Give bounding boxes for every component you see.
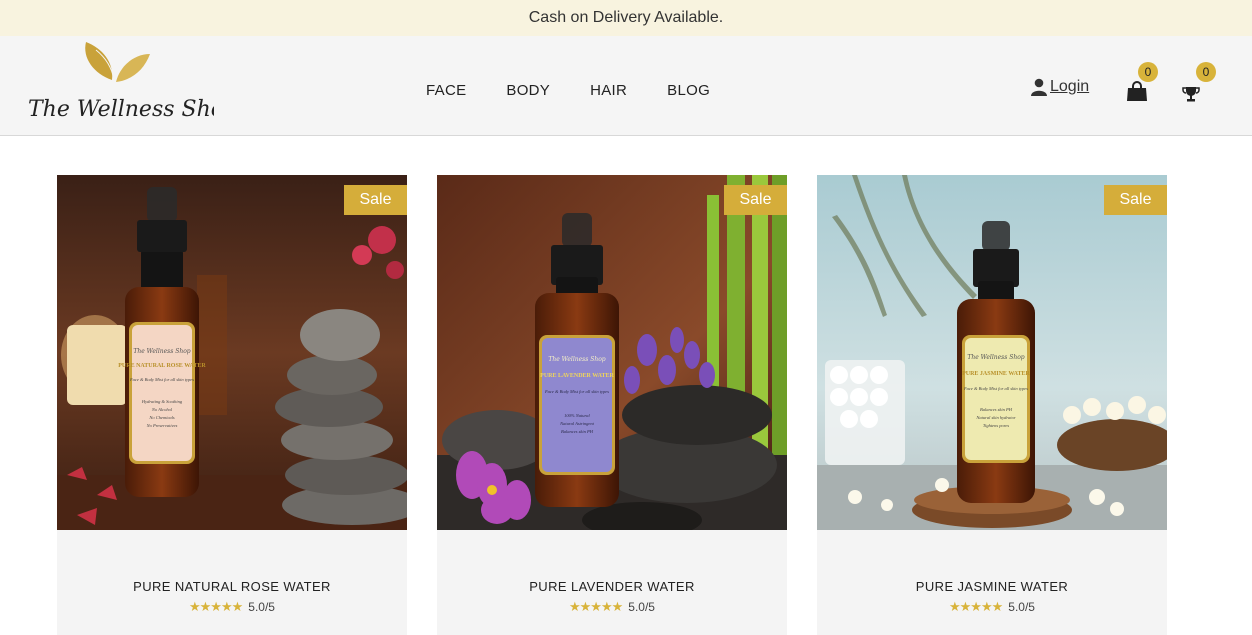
svg-text:PURE NATURAL ROSE WATER: PURE NATURAL ROSE WATER <box>118 363 206 369</box>
star-rating-icon: ★★★★★ <box>189 599 243 614</box>
rating-text: 5.0/5 <box>1008 600 1035 614</box>
product-rating: ★★★★★ 5.0/5 <box>817 599 1167 615</box>
svg-text:The Wellness Shop: The Wellness Shop <box>28 97 214 122</box>
main-nav: FACE BODY HAIR BLOG <box>406 82 730 99</box>
announcement-bar: Cash on Delivery Available. <box>0 0 1252 36</box>
svg-text:The Wellness Shop: The Wellness Shop <box>967 354 1024 361</box>
product-image[interactable]: The Wellness Shop PURE NATURAL ROSE WATE… <box>57 175 407 530</box>
product-rating: ★★★★★ 5.0/5 <box>437 599 787 615</box>
star-rating-icon: ★★★★★ <box>949 599 1003 614</box>
login-link[interactable]: Login <box>1031 78 1089 96</box>
svg-text:No Alcohol: No Alcohol <box>151 407 173 412</box>
trophy-icon <box>1182 87 1200 102</box>
svg-text:Natural Astringent: Natural Astringent <box>559 421 595 426</box>
product-card-jasmine[interactable]: The Wellness Shop PURE JASMINE WATER Fac… <box>817 175 1167 635</box>
svg-text:Tightens pores: Tightens pores <box>983 423 1009 428</box>
svg-text:No Chemicals: No Chemicals <box>148 415 175 420</box>
nav-blog[interactable]: BLOG <box>667 82 710 99</box>
sale-badge: Sale <box>344 185 407 215</box>
sale-badge: Sale <box>1104 185 1167 215</box>
lavender-water-photo: The Wellness Shop PURE LAVENDER WATER Fa… <box>437 175 787 530</box>
svg-text:The Wellness Shop: The Wellness Shop <box>548 356 605 363</box>
svg-text:PURE LAVENDER WATER: PURE LAVENDER WATER <box>540 373 614 379</box>
nav-face[interactable]: FACE <box>426 82 466 99</box>
site-logo[interactable]: The Wellness Shop <box>24 38 238 132</box>
product-grid: The Wellness Shop PURE NATURAL ROSE WATE… <box>57 175 1167 635</box>
product-image[interactable]: The Wellness Shop PURE JASMINE WATER Fac… <box>817 175 1167 530</box>
rating-text: 5.0/5 <box>248 600 275 614</box>
svg-text:Face & Body Mist for all skin: Face & Body Mist for all skin types <box>544 389 609 394</box>
svg-text:Natural skin hydrator: Natural skin hydrator <box>975 415 1016 420</box>
svg-text:100% Natural: 100% Natural <box>564 413 590 418</box>
product-card-lavender[interactable]: The Wellness Shop PURE LAVENDER WATER Fa… <box>437 175 787 635</box>
cart-button[interactable]: 0 <box>1126 62 1166 102</box>
svg-text:No Preservatives: No Preservatives <box>146 423 178 428</box>
svg-text:Balances skin PH: Balances skin PH <box>980 407 1013 412</box>
product-card-rose[interactable]: The Wellness Shop PURE NATURAL ROSE WATE… <box>57 175 407 635</box>
star-rating-icon: ★★★★★ <box>569 599 623 614</box>
svg-text:PURE JASMINE WATER: PURE JASMINE WATER <box>962 371 1030 377</box>
rating-text: 5.0/5 <box>628 600 655 614</box>
product-name[interactable]: PURE JASMINE WATER <box>817 579 1167 594</box>
announcement-text: Cash on Delivery Available. <box>528 9 724 26</box>
product-name[interactable]: PURE LAVENDER WATER <box>437 579 787 594</box>
nav-body[interactable]: BODY <box>506 82 550 99</box>
svg-text:Balances skin PH: Balances skin PH <box>561 429 594 434</box>
rewards-count-badge: 0 <box>1196 62 1216 82</box>
svg-text:Hydrating & Soothing: Hydrating & Soothing <box>141 399 183 404</box>
user-icon <box>1031 78 1047 96</box>
login-label: Login <box>1050 78 1090 95</box>
shopping-bag-icon <box>1127 81 1147 101</box>
svg-text:Face & Body Mist for all skin: Face & Body Mist for all skin types <box>963 386 1028 391</box>
product-name[interactable]: PURE NATURAL ROSE WATER <box>57 579 407 594</box>
wellness-logo-icon: The Wellness Shop <box>28 42 238 122</box>
site-header: The Wellness Shop FACE BODY HAIR BLOG Lo… <box>0 36 1252 136</box>
product-rating: ★★★★★ 5.0/5 <box>57 599 407 615</box>
svg-text:Face & Body Mist for all skin: Face & Body Mist for all skin types <box>129 377 194 382</box>
jasmine-water-photo: The Wellness Shop PURE JASMINE WATER Fac… <box>817 175 1167 530</box>
nav-hair[interactable]: HAIR <box>590 82 627 99</box>
rose-water-photo: The Wellness Shop PURE NATURAL ROSE WATE… <box>57 175 407 530</box>
sale-badge: Sale <box>724 185 787 215</box>
product-image[interactable]: The Wellness Shop PURE LAVENDER WATER Fa… <box>437 175 787 530</box>
rewards-button[interactable]: 0 <box>1182 62 1222 102</box>
cart-count-badge: 0 <box>1138 62 1158 82</box>
svg-text:The Wellness Shop: The Wellness Shop <box>133 348 190 355</box>
